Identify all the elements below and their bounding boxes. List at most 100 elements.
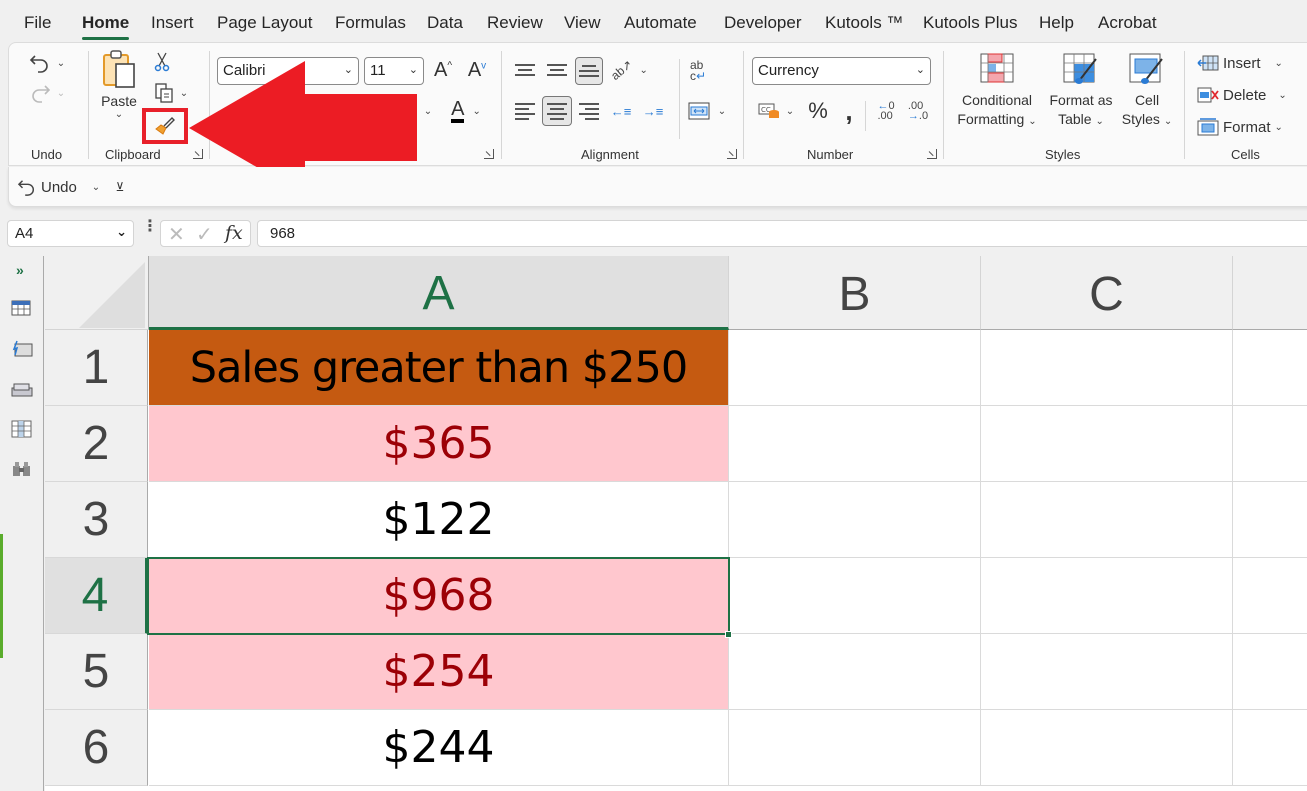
tab-acrobat[interactable]: Acrobat	[1098, 13, 1157, 33]
cell-styles-button[interactable]: Cell Styles ⌄	[1119, 53, 1175, 135]
select-all-button[interactable]	[45, 256, 149, 330]
format-painter-button[interactable]	[142, 108, 188, 144]
tab-view[interactable]: View	[564, 13, 601, 33]
cut-button[interactable]	[151, 51, 173, 73]
tab-kutools-plus[interactable]: Kutools Plus	[923, 13, 1018, 33]
decrease-indent-button[interactable]: ←≡	[608, 97, 634, 125]
cell-a6[interactable]: $244	[149, 710, 729, 786]
cancel-entry-icon[interactable]: ✕	[168, 222, 185, 247]
tab-kutools[interactable]: Kutools ™	[825, 13, 903, 33]
cell-c6[interactable]	[981, 710, 1233, 786]
customize-qat-button[interactable]: ⊻	[113, 176, 127, 198]
alignment-dialog-launcher[interactable]	[727, 149, 737, 159]
tab-automate[interactable]: Automate	[624, 13, 697, 33]
column-header-b[interactable]: B	[729, 256, 981, 330]
tab-review[interactable]: Review	[487, 13, 543, 33]
format-as-table-button[interactable]: Format as Table ⌄	[1045, 53, 1117, 135]
tab-home[interactable]: Home	[82, 13, 130, 40]
cell-c2[interactable]	[981, 406, 1233, 482]
align-right-button[interactable]	[576, 97, 602, 125]
workbook-navigation-icon[interactable]	[11, 300, 33, 318]
row-header-1[interactable]: 1	[45, 330, 148, 406]
column-list-icon[interactable]	[11, 420, 33, 438]
insert-cells-button[interactable]: Insert ⌄	[1197, 51, 1297, 75]
tab-developer[interactable]: Developer	[724, 13, 802, 33]
merge-center-button[interactable]: ⌄	[685, 97, 729, 125]
percent-style-button[interactable]: %	[806, 97, 830, 125]
align-center-button[interactable]	[542, 96, 572, 126]
cell-b6[interactable]	[729, 710, 981, 786]
row-header-5[interactable]: 5	[45, 634, 148, 710]
cell-a5[interactable]: $254	[149, 634, 729, 710]
top-align-button[interactable]	[512, 57, 538, 83]
cell-b5[interactable]	[729, 634, 981, 710]
delete-cells-button[interactable]: Delete ⌄	[1197, 83, 1297, 107]
cell-c3[interactable]	[981, 482, 1233, 558]
cell-d3[interactable]	[1233, 482, 1307, 558]
cell-c4[interactable]	[981, 558, 1233, 634]
cell-d1[interactable]	[1233, 330, 1307, 406]
cell-d6[interactable]	[1233, 710, 1307, 786]
tab-file[interactable]: File	[24, 13, 51, 33]
panel-resize-handle[interactable]	[0, 534, 3, 658]
tab-help[interactable]: Help	[1039, 13, 1074, 33]
column-header-d[interactable]	[1233, 256, 1307, 330]
format-cells-button[interactable]: Format ⌄	[1197, 115, 1297, 139]
formula-bar-grip[interactable]: ⋮	[142, 219, 158, 244]
row-header-6[interactable]: 6	[45, 710, 148, 786]
decrease-decimal-button[interactable]: .00 →.0	[905, 97, 931, 125]
name-box[interactable]: A4 ⌄	[7, 220, 134, 247]
row-header-2[interactable]: 2	[45, 406, 148, 482]
cell-a3[interactable]: $122	[149, 482, 729, 558]
increase-font-size-button[interactable]: A^	[431, 57, 455, 83]
snapshot-icon[interactable]	[11, 380, 33, 398]
undo-button[interactable]: ⌄	[25, 51, 69, 75]
confirm-entry-icon[interactable]: ✓	[196, 222, 213, 247]
fill-color-dropdown[interactable]: ⌄	[421, 99, 435, 123]
orientation-button[interactable]: ab↗ ⌄	[608, 57, 649, 83]
qat-undo-dropdown[interactable]: ⌄	[89, 176, 103, 198]
accounting-format-button[interactable]: CC ⌄	[754, 97, 798, 125]
cell-d2[interactable]	[1233, 406, 1307, 482]
row-header-3[interactable]: 3	[45, 482, 148, 558]
wrap-text-button[interactable]: ab c↵	[685, 57, 711, 85]
cell-a1[interactable]: Sales greater than $250	[149, 330, 729, 406]
cell-a4[interactable]: $968	[149, 558, 729, 634]
cell-d4[interactable]	[1233, 558, 1307, 634]
insert-function-icon[interactable]: fx	[225, 222, 243, 244]
row-header-4[interactable]: 4	[45, 558, 148, 634]
fill-handle[interactable]	[725, 631, 732, 638]
comma-style-button[interactable]: ,	[839, 96, 859, 126]
middle-align-button[interactable]	[544, 57, 570, 83]
cell-b3[interactable]	[729, 482, 981, 558]
qat-undo-button[interactable]: Undo	[17, 176, 77, 198]
redo-button[interactable]: ⌄	[25, 81, 69, 105]
paste-button[interactable]: Paste ⌄	[97, 49, 141, 137]
cell-d5[interactable]	[1233, 634, 1307, 710]
tab-data[interactable]: Data	[427, 13, 463, 33]
bottom-align-button[interactable]	[575, 57, 603, 85]
number-dialog-launcher[interactable]	[927, 149, 937, 159]
decrease-font-size-button[interactable]: Av	[465, 57, 489, 83]
column-header-a[interactable]: A	[149, 256, 729, 330]
column-header-c[interactable]: C	[981, 256, 1233, 330]
increase-indent-button[interactable]: →≡	[640, 97, 666, 125]
cell-c1[interactable]	[981, 330, 1233, 406]
cell-c5[interactable]	[981, 634, 1233, 710]
font-dialog-launcher[interactable]	[484, 149, 494, 159]
number-format-combo[interactable]: Currency ⌄	[752, 57, 931, 85]
font-color-button[interactable]: A ⌄	[441, 97, 491, 125]
conditional-formatting-button[interactable]: Conditional Formatting ⌄	[951, 53, 1043, 135]
copy-button[interactable]: ⌄	[149, 81, 193, 105]
align-left-button[interactable]	[512, 97, 538, 125]
cell-b1[interactable]	[729, 330, 981, 406]
tab-formulas[interactable]: Formulas	[335, 13, 406, 33]
auto-text-icon[interactable]	[11, 340, 33, 358]
formula-input[interactable]: 968	[257, 220, 1307, 247]
cell-b2[interactable]	[729, 406, 981, 482]
tab-page-layout[interactable]: Page Layout	[217, 13, 312, 33]
expand-panel-icon[interactable]: »	[16, 262, 38, 280]
cell-b4[interactable]	[729, 558, 981, 634]
tab-insert[interactable]: Insert	[151, 13, 194, 33]
cell-a2[interactable]: $365	[149, 406, 729, 482]
